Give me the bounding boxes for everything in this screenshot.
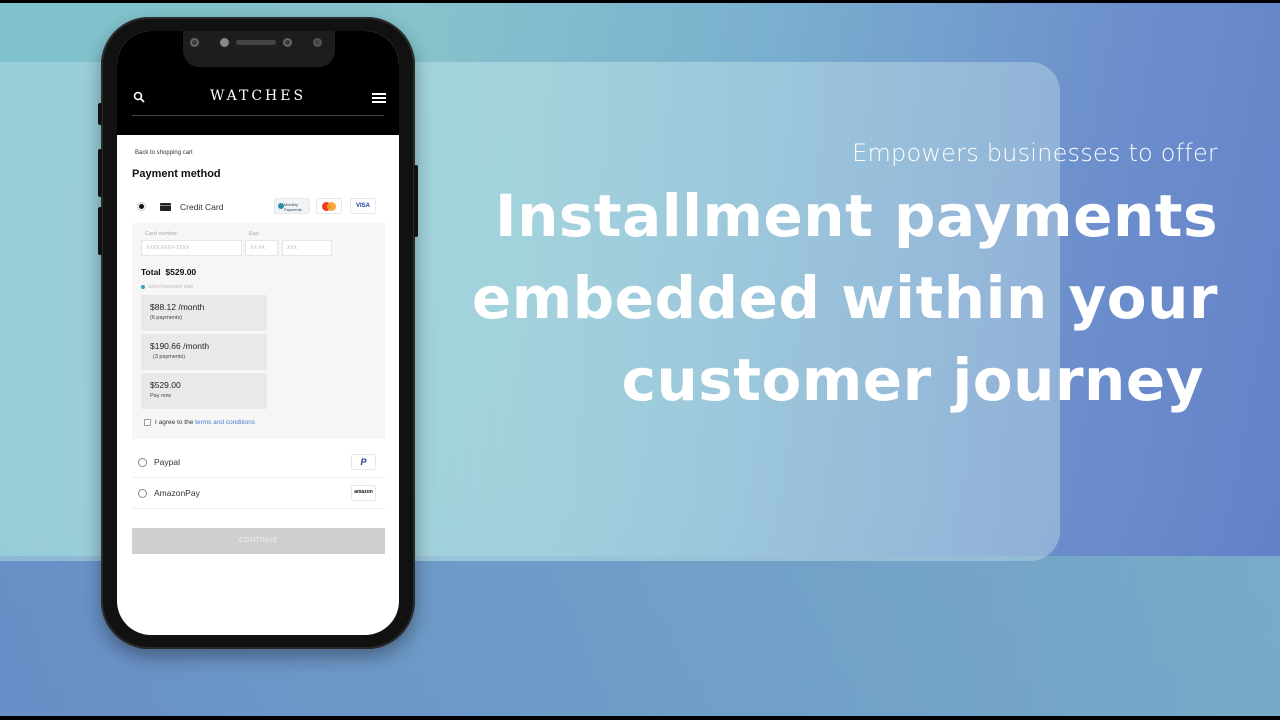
- back-to-cart-link[interactable]: Back to shopping cart: [135, 150, 193, 156]
- plan-amount: $190.66 /month: [150, 341, 210, 351]
- headline-line-1: Installment payments: [495, 182, 1218, 250]
- terms-link[interactable]: terms and conditions: [195, 419, 255, 426]
- credit-card-label: Credit Card: [180, 202, 224, 212]
- plan-option-6-payments[interactable]: $88.12 /month (6 payments): [141, 295, 267, 331]
- card-number-label: Card number: [145, 231, 178, 237]
- speaker-icon: [236, 40, 276, 45]
- paypal-label: Paypal: [154, 457, 180, 467]
- visa-logo: VISA: [350, 198, 376, 214]
- continue-button[interactable]: CONTINUE: [132, 528, 385, 554]
- sensor-icon: [220, 38, 229, 47]
- plan-note: (6 payments): [150, 315, 183, 321]
- payment-option-amazonpay[interactable]: AmazonPay amazon: [132, 478, 385, 509]
- amazonpay-label: AmazonPay: [154, 488, 200, 498]
- phone-screen: WATCHES Back to shopping cart Payment me…: [117, 31, 399, 635]
- payment-option-credit-card[interactable]: Credit Card Monthly Payments VISA: [132, 197, 384, 219]
- phone-mute-switch: [98, 103, 102, 125]
- plan-note: (3 payments): [153, 354, 186, 360]
- phone-power-button: [414, 165, 418, 237]
- headline-title: Installment payments embedded within you…: [472, 175, 1218, 421]
- brand-logo[interactable]: WATCHES: [117, 88, 399, 104]
- terms-checkbox[interactable]: [144, 419, 151, 426]
- credit-card-radio[interactable]: [137, 202, 146, 211]
- amazon-logo: amazon: [351, 485, 376, 501]
- select-plan-hint: Select payment plan: [141, 284, 193, 290]
- headline-line-3: customer journey: [621, 346, 1204, 414]
- credit-card-form: Card number Exp. XXXX-XXXX-XXXX XX-XX XX…: [132, 223, 385, 439]
- cvv-input[interactable]: XXX: [282, 240, 332, 256]
- headline-line-2: embedded within your: [471, 264, 1218, 332]
- phone-volume-down: [98, 207, 102, 255]
- agree-text: I agree to the: [155, 419, 194, 427]
- paypal-logo: P: [351, 454, 376, 470]
- terms-agreement: I agree to the terms and conditions: [144, 419, 255, 426]
- credit-card-icon: [160, 203, 171, 211]
- phone-notch: [183, 31, 335, 67]
- card-number-input[interactable]: XXXX-XXXX-XXXX: [141, 240, 242, 256]
- headline-subtitle: Empowers businesses to offer: [852, 139, 1218, 167]
- phone-volume-up: [98, 149, 102, 197]
- exp-label: Exp.: [249, 231, 261, 237]
- mastercard-logo: [316, 198, 342, 214]
- sensor-icon: [283, 38, 292, 47]
- payment-option-paypal[interactable]: Paypal P: [132, 447, 385, 478]
- total-value: $529.00: [165, 267, 197, 277]
- background: Empowers businesses to offer Installment…: [0, 3, 1280, 716]
- total-label: Total: [141, 267, 161, 277]
- plan-note: Pay now: [150, 393, 172, 399]
- plan-option-pay-now[interactable]: $529.00 Pay now: [141, 373, 267, 409]
- header-divider: [132, 115, 384, 116]
- plan-option-3-payments[interactable]: $190.66 /month (3 payments): [141, 334, 267, 370]
- exp-input[interactable]: XX-XX: [245, 240, 278, 256]
- hamburger-menu-icon[interactable]: [372, 93, 386, 103]
- plan-amount: $529.00: [150, 380, 181, 390]
- sensor-icon: [190, 38, 199, 47]
- headline: Empowers businesses to offer Installment…: [472, 139, 1218, 421]
- order-total: Total $529.00: [141, 267, 196, 277]
- camera-icon: [313, 38, 322, 47]
- plan-amount: $88.12 /month: [150, 302, 205, 312]
- page-title: Payment method: [132, 168, 221, 180]
- monthly-payments-logo: Monthly Payments: [274, 198, 310, 214]
- paypal-radio[interactable]: [138, 458, 147, 467]
- amazonpay-radio[interactable]: [138, 489, 147, 498]
- phone-mockup: WATCHES Back to shopping cart Payment me…: [98, 17, 418, 649]
